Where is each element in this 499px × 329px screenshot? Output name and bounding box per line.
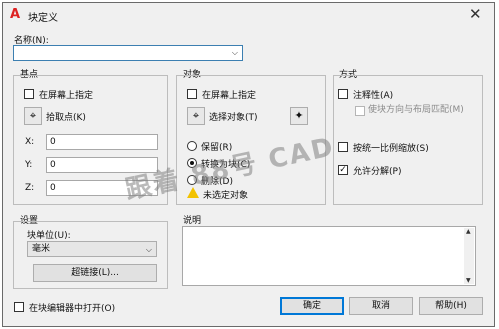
match-orientation-checkbox[interactable] xyxy=(355,106,365,116)
objects-specify-on-screen-checkbox[interactable] xyxy=(187,89,197,99)
delete-label: 删除(D) xyxy=(201,177,233,187)
pick-point-icon[interactable]: ⌖ xyxy=(24,107,42,125)
y-label: Y: xyxy=(25,160,33,170)
open-in-editor-checkbox[interactable] xyxy=(14,302,24,312)
retain-label: 保留(R) xyxy=(201,143,233,153)
open-in-editor-label: 在块编辑器中打开(O) xyxy=(29,304,116,314)
chevron-down-icon[interactable]: ⌵ xyxy=(146,244,152,256)
chevron-down-icon[interactable]: ⌵ xyxy=(232,48,238,58)
description-textarea[interactable]: ▲ ▼ xyxy=(182,226,476,286)
close-icon[interactable]: ✕ xyxy=(469,5,482,23)
retain-radio[interactable] xyxy=(187,141,197,151)
select-objects-label[interactable]: 选择对象(T) xyxy=(209,110,258,123)
base-specify-on-screen-checkbox[interactable] xyxy=(24,89,34,99)
x-input[interactable]: 0 xyxy=(46,134,158,150)
allow-exploding-label: 允许分解(P) xyxy=(353,167,402,177)
help-button[interactable]: 帮助(H) xyxy=(419,297,483,315)
delete-radio[interactable] xyxy=(187,175,197,185)
block-definition-dialog: A 块定义 ✕ 名称(N): ⌵ 基点 在屏幕上指定 ⌖ 拾取点(K) X: 0… xyxy=(2,2,495,327)
description-label: 说明 xyxy=(183,216,202,226)
match-orientation-label: 使块方向与布局匹配(M) xyxy=(368,105,464,115)
convert-to-block-label: 转换为块(C) xyxy=(201,160,251,170)
cancel-button[interactable]: 取消 xyxy=(349,297,413,315)
select-objects-icon[interactable]: ⌖ xyxy=(187,107,205,125)
ok-button[interactable]: 确定 xyxy=(280,297,344,315)
x-label: X: xyxy=(25,137,35,147)
z-input[interactable]: 0 xyxy=(46,180,158,196)
scale-uniformly-checkbox[interactable] xyxy=(338,142,348,152)
scale-uniformly-label: 按统一比例缩放(S) xyxy=(353,144,429,154)
annotative-checkbox[interactable] xyxy=(338,89,348,99)
base-specify-on-screen-label: 在屏幕上指定 xyxy=(39,91,94,101)
scroll-up-icon[interactable]: ▲ xyxy=(466,228,471,235)
annotative-label: 注释性(A) xyxy=(353,91,394,101)
allow-exploding-checkbox[interactable]: ✓ xyxy=(338,165,348,175)
name-combobox[interactable]: ⌵ xyxy=(13,45,243,61)
block-unit-select[interactable]: 毫米 ⌵ xyxy=(27,241,157,257)
block-unit-value: 毫米 xyxy=(32,244,51,254)
pick-point-label[interactable]: 拾取点(K) xyxy=(46,110,86,123)
warning-icon xyxy=(187,187,199,198)
description-scrollbar[interactable]: ▲ ▼ xyxy=(464,228,474,284)
dialog-title: 块定义 xyxy=(28,13,58,24)
scroll-down-icon[interactable]: ▼ xyxy=(466,277,471,284)
z-label: Z: xyxy=(25,183,35,193)
convert-to-block-radio[interactable] xyxy=(187,158,197,168)
block-unit-label: 块单位(U): xyxy=(27,231,71,241)
y-input[interactable]: 0 xyxy=(46,157,158,173)
objects-specify-on-screen-label: 在屏幕上指定 xyxy=(202,91,257,101)
quick-select-icon[interactable]: ✦ xyxy=(290,107,308,125)
hyperlink-button[interactable]: 超链接(L)... xyxy=(33,264,157,282)
autocad-logo-icon: A xyxy=(10,7,21,22)
no-objects-warning: 未选定对象 xyxy=(203,191,249,201)
